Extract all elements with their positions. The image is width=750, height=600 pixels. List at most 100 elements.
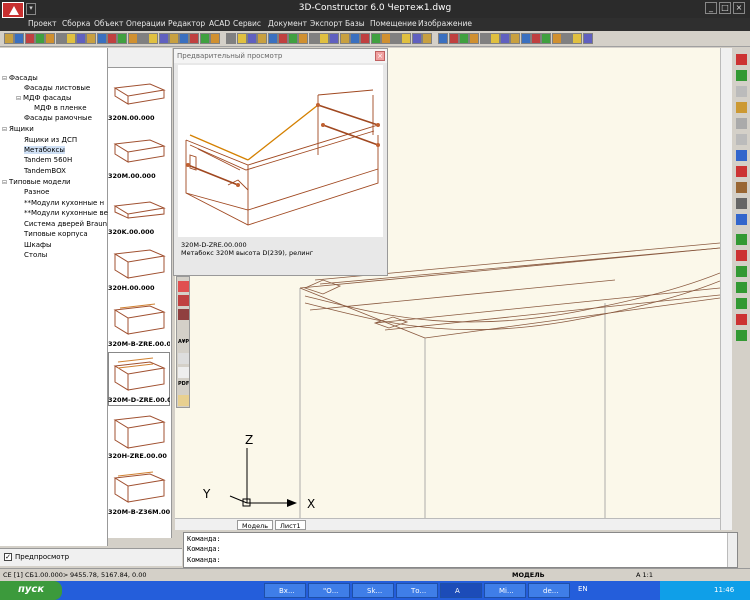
toolbar-button[interactable] [411,33,422,44]
toolbar-button[interactable] [24,33,35,44]
taskbar-item[interactable]: То... [396,583,438,598]
toolbar-button[interactable] [55,33,66,44]
tool-icon[interactable] [178,367,189,378]
tool-icon[interactable] [178,395,189,406]
toolbar-button[interactable] [226,33,237,44]
toolbar-button[interactable] [380,33,391,44]
menu-item-service[interactable]: Сервис [233,19,261,28]
taskbar-item[interactable]: de... [528,583,570,598]
toolbar-button[interactable] [236,33,247,44]
toolbar-button[interactable] [422,33,432,44]
tree-item-drawers[interactable]: ⊟ Ящики [2,125,34,133]
toolbar-button[interactable] [391,33,402,44]
toolbar-button[interactable] [257,33,268,44]
menu-item-operations[interactable]: Операции [126,19,166,28]
tree-item-typical-models[interactable]: ⊟ Типовые модели [2,178,71,186]
tree-item-wardrobes[interactable]: Шкафы [24,241,52,249]
toolbar-button[interactable] [34,33,45,44]
status-scale[interactable]: A 1:1 [636,571,653,579]
menu-item-image[interactable]: Изображение [418,19,472,28]
tree-item-mdf-film[interactable]: МДФ в пленке [34,104,87,112]
toolbar-button[interactable] [127,33,138,44]
tool-icon[interactable] [736,234,747,245]
toolbar-button[interactable] [319,33,329,44]
toolbar-button[interactable] [531,33,541,44]
tool-icon[interactable] [736,134,747,145]
toolbar-button[interactable] [448,33,459,44]
toolbar-button[interactable] [401,33,412,44]
toolbar-button[interactable] [308,33,319,44]
maximize-button[interactable]: □ [719,2,731,14]
taskbar-item[interactable]: Вх... [264,583,306,598]
toolbar-button[interactable] [510,33,521,44]
menu-item-assembly[interactable]: Сборка [62,19,90,28]
tool-icon[interactable] [736,214,747,225]
pdf-button[interactable]: PDF [178,381,189,392]
ayp-button[interactable]: A¥P [178,339,189,350]
taskbar-item[interactable]: Mi... [484,583,526,598]
tool-icon[interactable] [736,298,747,309]
toolbar-button[interactable] [458,33,469,44]
tree-item-metaboxes[interactable]: Метабоксы [24,146,65,154]
toolbar-button[interactable] [137,33,148,44]
tool-icon[interactable] [178,353,189,364]
toolbar-button[interactable] [168,33,179,44]
toolbar-button[interactable] [277,33,288,44]
tool-icon[interactable] [736,86,747,97]
tool-icon[interactable] [736,102,747,113]
toolbar-button[interactable] [148,33,159,44]
tree-item-chipboard-drawers[interactable]: Ящики из ДСП [24,136,77,144]
vertical-scrollbar[interactable] [720,48,732,530]
toolbar-button[interactable] [551,33,562,44]
menu-item-document[interactable]: Документ [268,19,307,28]
toolbar-button[interactable] [199,33,210,44]
toolbar-button[interactable] [339,33,350,44]
toolbar-button[interactable] [288,33,299,44]
close-icon[interactable]: × [375,51,385,61]
tool-icon[interactable] [736,166,747,177]
status-mode[interactable]: МОДЕЛЬ [512,571,545,579]
taskbar-item[interactable]: Sk... [352,583,394,598]
start-button[interactable]: пуск [0,581,62,600]
toolbar-button[interactable] [189,33,200,44]
toolbar-button[interactable] [65,33,76,44]
tool-icon[interactable] [178,281,189,292]
tool-icon[interactable] [736,314,747,325]
toolbar-button[interactable] [117,33,128,44]
toolbar-button[interactable] [438,33,449,44]
menu-item-acad[interactable]: ACAD [209,19,230,28]
tree-item-facades[interactable]: ⊟ Фасады [2,74,38,82]
tool-icon[interactable] [736,54,747,65]
toolbar-button[interactable] [572,33,583,44]
tab-model[interactable]: Модель [237,520,274,530]
tree-item-braun-doors[interactable]: Система дверей Braun [24,220,107,228]
minimize-button[interactable]: _ [705,2,717,14]
tool-icon[interactable] [736,250,747,261]
tree-item-frame-facades[interactable]: Фасады рамочные [24,114,92,122]
toolbar-button[interactable] [45,33,56,44]
toolbar-button[interactable] [561,33,572,44]
toolbar-button[interactable] [14,33,25,44]
toolbar-button[interactable] [329,33,340,44]
tool-icon[interactable] [736,182,747,193]
toolbar-button[interactable] [520,33,531,44]
toolbar-button[interactable] [179,33,190,44]
tree-item-kitchen-lower[interactable]: **Модули кухонные н [24,199,104,207]
toolbar-button[interactable] [107,33,117,44]
menu-item-room[interactable]: Помещение [370,19,417,28]
menu-item-databases[interactable]: Базы [345,19,365,28]
tree-item-typical-cases[interactable]: Типовые корпуса [24,230,88,238]
tool-icon[interactable] [736,282,747,293]
toolbar-button[interactable] [298,33,309,44]
toolbar-button[interactable] [96,33,107,44]
tool-icon[interactable] [178,309,189,320]
toolbar-button[interactable] [360,33,371,44]
toolbar-button[interactable] [86,33,97,44]
tree-item-tables[interactable]: Столы [24,251,47,259]
preview-checkbox[interactable]: ✓ [4,553,12,561]
toolbar-button[interactable] [370,33,381,44]
toolbar-button[interactable] [479,33,490,44]
toolbar-button[interactable] [469,33,480,44]
tree-item-kitchen-upper[interactable]: **Модули кухонные ве [24,209,108,217]
tool-icon[interactable] [736,330,747,341]
